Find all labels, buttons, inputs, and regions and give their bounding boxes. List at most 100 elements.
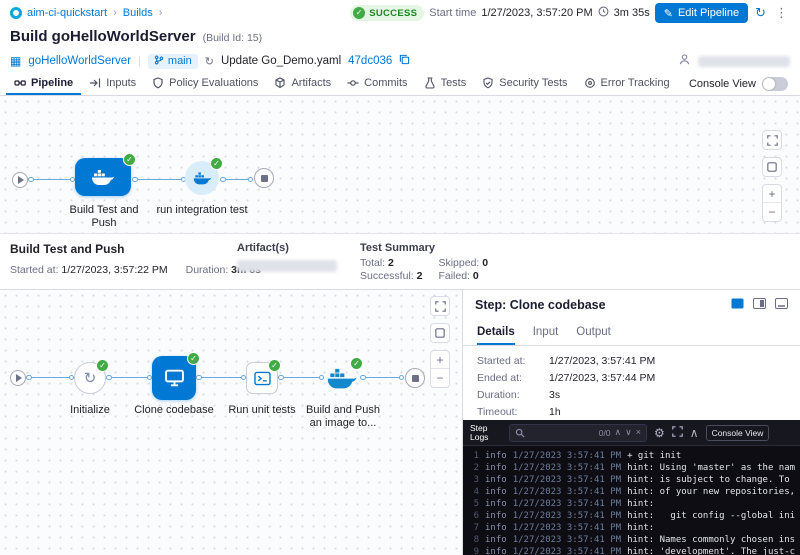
success-check-icon: ✓ — [187, 352, 200, 365]
commit-sha[interactable]: 47dc036 — [348, 55, 392, 67]
tab-inputs[interactable]: Inputs — [81, 72, 144, 95]
artifacts-label: Artifact(s) — [237, 242, 337, 254]
stage-label[interactable]: Build Test and Push — [57, 204, 151, 230]
step-details-panel: Step: Clone codebase Details Input Outpu… — [462, 290, 800, 555]
copy-icon[interactable] — [399, 54, 410, 68]
branch-chip[interactable]: main — [148, 54, 198, 69]
next-match-icon[interactable]: ∨ — [625, 428, 632, 437]
target-icon — [584, 77, 596, 89]
tab-label: Artifacts — [291, 77, 331, 89]
edit-pipeline-button[interactable]: ✎ Edit Pipeline — [655, 3, 748, 23]
fullscreen-button[interactable] — [430, 296, 450, 316]
step-node-build-and-push-image[interactable]: ✓ — [324, 364, 360, 392]
detail-label: Started at: — [477, 355, 549, 367]
success-check-icon: ✓ — [350, 357, 363, 370]
kebab-menu-icon[interactable]: ⋮ — [773, 5, 790, 21]
zoom-out-button[interactable]: − — [763, 203, 781, 221]
refresh-icon[interactable]: ↻ — [753, 5, 768, 21]
detail-value: 1/27/2023, 3:57:41 PM — [549, 355, 655, 367]
detail-row: Duration: 3s — [477, 389, 786, 401]
tab-label: Tests — [441, 77, 467, 89]
step-node-run-unit-tests[interactable]: ✓ — [246, 362, 278, 394]
log-search-box[interactable]: 0/0 ∧ ∨ × — [509, 424, 647, 442]
shield-check-icon — [482, 77, 494, 89]
docker-whale-icon — [91, 167, 115, 187]
layout-right-icon[interactable] — [753, 298, 766, 312]
stop-icon — [412, 375, 419, 382]
redacted-user — [698, 56, 790, 67]
tab-input[interactable]: Input — [533, 320, 559, 345]
tab-security-tests[interactable]: Security Tests — [474, 72, 575, 95]
zoom-in-button[interactable]: + — [431, 351, 449, 369]
cube-icon — [274, 77, 286, 89]
clear-search-icon[interactable]: × — [636, 428, 641, 437]
fit-to-screen-button[interactable] — [762, 157, 782, 177]
tab-error-tracking[interactable]: Error Tracking — [576, 72, 678, 95]
stage-label[interactable]: run integration test — [155, 204, 249, 217]
step-panel-title: Step: Clone codebase — [475, 298, 606, 312]
zoom-out-button[interactable]: − — [431, 369, 449, 387]
log-line: 2info1/27/2023 3:57:41 PMhint: Using 'ma… — [469, 462, 795, 474]
log-console: Step Logs 0/0 ∧ ∨ × ⚙ ∧ Console View 1in… — [463, 420, 800, 555]
prev-match-icon[interactable]: ∧ — [615, 428, 622, 437]
log-fullscreen-icon[interactable] — [672, 426, 683, 439]
step-node-clone-codebase[interactable]: ✓ — [152, 356, 196, 400]
detail-label: Duration: — [477, 389, 549, 401]
step-label[interactable]: Run unit tests — [222, 404, 302, 417]
detail-row: Timeout: 1h — [477, 406, 786, 418]
step-label[interactable]: Clone codebase — [130, 404, 218, 417]
log-line: 4info1/27/2023 3:57:41 PMhint: of your n… — [469, 486, 795, 498]
layout-bottom-icon[interactable] — [731, 298, 744, 312]
start-time-value: 1/27/2023, 3:57:20 PM — [481, 7, 592, 19]
console-view-button[interactable]: Console View — [706, 425, 770, 441]
expand-icon — [435, 301, 446, 312]
log-line: 6info1/27/2023 3:57:41 PMhint: git confi… — [469, 510, 795, 522]
log-search-input[interactable] — [529, 428, 595, 438]
tab-tests[interactable]: Tests — [416, 72, 475, 95]
tab-output[interactable]: Output — [576, 320, 611, 345]
fit-to-screen-button[interactable] — [430, 323, 450, 343]
execution-canvas-controls: + − — [430, 296, 450, 388]
step-node-initialize[interactable]: ↻ ✓ — [74, 362, 106, 394]
commit-icon: ↻ — [205, 55, 214, 68]
step-label[interactable]: Build and Push an image to... — [306, 404, 380, 430]
play-icon — [18, 176, 24, 184]
tab-pipeline[interactable]: Pipeline — [6, 72, 81, 95]
step-panel-header: Step: Clone codebase — [463, 290, 800, 320]
shield-icon — [152, 77, 164, 89]
console-view-toggle[interactable] — [762, 77, 788, 91]
zoom-in-button[interactable]: + — [763, 185, 781, 203]
initialize-icon: ↻ — [84, 369, 97, 387]
edge — [29, 179, 74, 180]
tab-policy-evaluations[interactable]: Policy Evaluations — [144, 72, 266, 95]
search-icon — [515, 428, 525, 438]
pipeline-start-node[interactable] — [12, 172, 28, 188]
execution-start-node[interactable] — [10, 370, 26, 386]
stage-canvas-controls: + − — [762, 130, 782, 222]
step-label[interactable]: Initialize — [50, 404, 130, 417]
tab-details[interactable]: Details — [477, 320, 515, 345]
console-view-toggle-group: Console View — [689, 72, 794, 95]
breadcrumb-builds[interactable]: Builds — [123, 7, 153, 19]
minimize-panel-icon[interactable] — [775, 298, 788, 312]
build-id: (Build Id: 15) — [203, 32, 263, 44]
stage-node-build-test-and-push[interactable]: ✓ — [75, 158, 131, 196]
log-line: 3info1/27/2023 3:57:41 PMhint: is subjec… — [469, 474, 795, 486]
detail-label: Timeout: — [477, 406, 549, 418]
success-check-icon: ✓ — [210, 157, 223, 170]
collapse-up-icon[interactable]: ∧ — [690, 427, 699, 439]
user-icon — [678, 53, 691, 69]
log-settings-gear-icon[interactable]: ⚙ — [654, 427, 665, 439]
tab-artifacts[interactable]: Artifacts — [266, 72, 339, 95]
log-panel-title: Step Logs — [470, 424, 502, 442]
tab-label: Error Tracking — [601, 77, 670, 89]
fullscreen-button[interactable] — [762, 130, 782, 150]
edge — [279, 377, 323, 378]
branch-name: main — [168, 55, 192, 67]
log-line: 8info1/27/2023 3:57:41 PMhint: Names com… — [469, 534, 795, 546]
tab-commits[interactable]: Commits — [339, 72, 415, 95]
breadcrumb-project[interactable]: aim-ci-quickstart — [27, 7, 107, 19]
repo-link[interactable]: goHelloWorldServer — [28, 55, 131, 67]
stage-node-run-integration-test[interactable]: ✓ — [185, 161, 219, 195]
edge — [197, 377, 245, 378]
